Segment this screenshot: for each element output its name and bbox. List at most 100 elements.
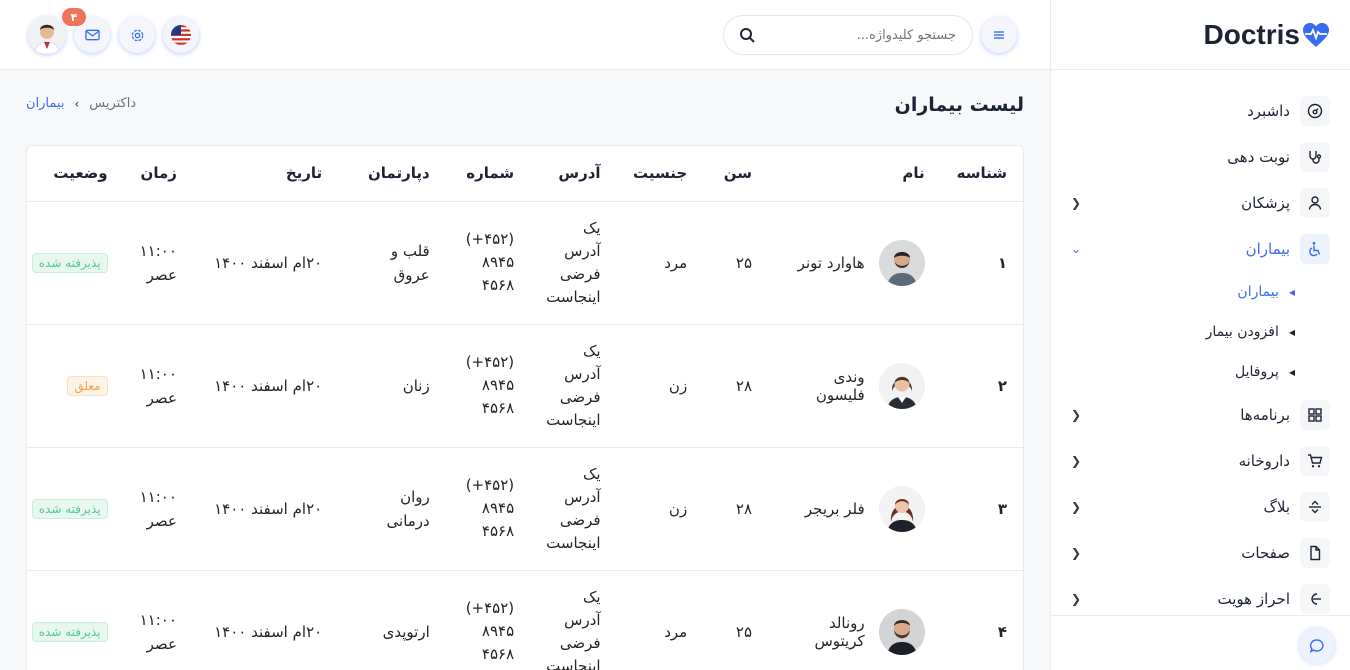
submenu-label: بیماران — [1237, 284, 1279, 300]
search-box — [723, 15, 973, 55]
col-department: دپارتمان — [338, 146, 446, 202]
cell-date: ۲۰ام اسفند ۱۴۰۰ — [192, 570, 339, 670]
submenu-label: پروفایل — [1235, 364, 1279, 380]
cell-id: ۲ — [940, 324, 1023, 448]
dashboard-icon — [1300, 96, 1330, 126]
cell-date: ۲۰ام اسفند ۱۴۰۰ — [192, 447, 339, 571]
chevron-left-icon: ❮ — [1071, 454, 1082, 468]
breadcrumb-current: بیماران — [26, 96, 65, 111]
col-name: نام — [768, 146, 941, 202]
avatar-image — [28, 16, 66, 54]
cell-time: ۱۱:۰۰ عصر — [123, 201, 193, 325]
status-badge: پذیرفته شده — [31, 621, 108, 642]
table-row[interactable]: ۲ وندی فلیسون ۲۸ زن یک آدرس فرضی اینجاست… — [27, 324, 1023, 448]
cell-phone: (+۴۵۲) ۸۹۴۵ ۴۵۶۸ — [445, 324, 531, 448]
us-flag-icon — [171, 25, 191, 45]
sidebar-item-label: صفحات — [1241, 544, 1290, 562]
sidebar-item-dashboard[interactable]: داشبرد — [1051, 88, 1350, 134]
cell-id: ۳ — [940, 447, 1023, 571]
sidebar-footer — [1051, 615, 1350, 670]
page-title: لیست بیماران — [894, 94, 1024, 116]
table-header-row: شناسه نام سن جنسیت آدرس شماره دپارتمان ت… — [27, 146, 1023, 202]
cell-time: ۱۱:۰۰ عصر — [123, 447, 193, 571]
chevron-down-icon: ⌄ — [1071, 242, 1082, 256]
cell-status: پذیرفته شده — [27, 201, 124, 325]
col-id: شناسه — [940, 146, 1023, 202]
cell-address: یک آدرس فرضی اینجاست — [530, 201, 617, 325]
cell-status: پذیرفته شده — [27, 570, 124, 670]
user-icon — [1300, 188, 1330, 218]
user-avatar[interactable] — [28, 16, 66, 54]
cell-address: یک آدرس فرضی اینجاست — [530, 324, 617, 448]
sidebar-item-blog[interactable]: بلاگ ❮ — [1051, 484, 1350, 530]
cell-name: فلر بریجر — [768, 447, 941, 571]
cell-department: ارتوپدی — [338, 570, 446, 670]
caret-icon: ◀ — [1288, 367, 1295, 377]
cell-phone: (+۴۵۲) ۸۹۴۵ ۴۵۶۸ — [445, 570, 531, 670]
patient-avatar — [878, 608, 925, 655]
chevron-left-icon: ❮ — [1071, 546, 1082, 560]
search-icon[interactable] — [739, 27, 756, 44]
patient-avatar — [878, 239, 925, 286]
sidebar-item-appointments[interactable]: نوبت دهی — [1051, 134, 1350, 180]
sidebar-item-patients[interactable]: بیماران ⌄ — [1051, 226, 1350, 272]
table-row[interactable]: ۱ هاوارد تونر ۲۵ مرد یک آدرس فرضی اینجاس… — [27, 201, 1023, 325]
sidebar-item-label: احراز هویت — [1217, 590, 1290, 608]
menu-toggle-button[interactable] — [981, 17, 1017, 53]
search-input[interactable] — [772, 27, 972, 43]
chat-button[interactable] — [1299, 628, 1335, 664]
cell-name: رونالد کریتوس — [768, 570, 941, 670]
cell-department: قلب و عروق — [338, 201, 446, 325]
cart-icon — [1300, 446, 1330, 476]
submenu-item-add-patient[interactable]: ◀ افزودن بیمار — [1051, 312, 1295, 352]
col-age: سن — [703, 146, 769, 202]
logo[interactable]: Doctris — [1051, 0, 1350, 70]
language-button[interactable] — [163, 17, 199, 53]
cell-status: پذیرفته شده — [27, 447, 124, 571]
breadcrumb: داکتریس › بیماران — [26, 96, 136, 111]
chevron-left-icon: ❮ — [1071, 196, 1082, 210]
cell-time: ۱۱:۰۰ عصر — [123, 570, 193, 670]
blog-icon — [1300, 492, 1330, 522]
sidebar-item-doctors[interactable]: پزشکان ❮ — [1051, 180, 1350, 226]
cell-department: زنان — [338, 324, 446, 448]
sidebar-item-label: نوبت دهی — [1227, 148, 1290, 166]
caret-icon: ◀ — [1288, 327, 1295, 337]
sidebar-item-label: بیماران — [1245, 240, 1290, 258]
sidebar-item-pages[interactable]: صفحات ❮ — [1051, 530, 1350, 576]
chevron-left-icon: ❮ — [1071, 500, 1082, 514]
mail-icon — [84, 29, 100, 41]
col-status: وضعیت — [27, 146, 124, 202]
cell-id: ۴ — [940, 570, 1023, 670]
cell-gender: زن — [616, 447, 704, 571]
sidebar-item-label: داروخانه — [1238, 452, 1290, 470]
sidebar-item-apps[interactable]: برنامه‌ها ❮ — [1051, 392, 1350, 438]
table-row[interactable]: ۳ فلر بریجر ۲۸ زن یک آدرس فرضی اینجاست (… — [27, 447, 1023, 571]
cell-name: هاوارد تونر — [768, 201, 941, 325]
file-icon — [1300, 538, 1330, 568]
sidebar-item-label: پزشکان — [1241, 194, 1290, 212]
submenu-item-patients[interactable]: ◀ بیماران — [1051, 272, 1295, 312]
settings-button[interactable] — [119, 17, 155, 53]
cell-phone: (+۴۵۲) ۸۹۴۵ ۴۵۶۸ — [445, 201, 531, 325]
table-row[interactable]: ۴ رونالد کریتوس ۲۵ مرد یک آدرس فرضی اینج… — [27, 570, 1023, 670]
caret-icon: ◀ — [1288, 287, 1295, 297]
cell-phone: (+۴۵۲) ۸۹۴۵ ۴۵۶۸ — [445, 447, 531, 571]
patients-submenu: ◀ بیماران ◀ افزودن بیمار ◀ پروفایل — [1051, 272, 1350, 392]
patient-avatar — [878, 485, 925, 532]
submenu-item-profile[interactable]: ◀ پروفایل — [1051, 352, 1295, 392]
breadcrumb-home[interactable]: داکتریس — [89, 96, 136, 111]
heart-pulse-icon — [1303, 22, 1329, 47]
wheelchair-icon — [1300, 234, 1330, 264]
col-phone: شماره — [445, 146, 531, 202]
sidebar: Doctris داشبرد نوبت دهی پزشکان ❮ بیماران… — [1050, 0, 1350, 670]
sidebar-item-pharmacy[interactable]: داروخانه ❮ — [1051, 438, 1350, 484]
patient-avatar — [878, 362, 925, 409]
notification-count-badge: ۴ — [62, 8, 86, 26]
chevron-left-icon: ❮ — [1071, 592, 1082, 606]
col-time: زمان — [123, 146, 193, 202]
sidebar-item-auth[interactable]: احراز هویت ❮ — [1051, 576, 1350, 615]
login-icon — [1300, 584, 1330, 614]
status-badge: پذیرفته شده — [31, 498, 108, 519]
cell-gender: مرد — [616, 570, 704, 670]
